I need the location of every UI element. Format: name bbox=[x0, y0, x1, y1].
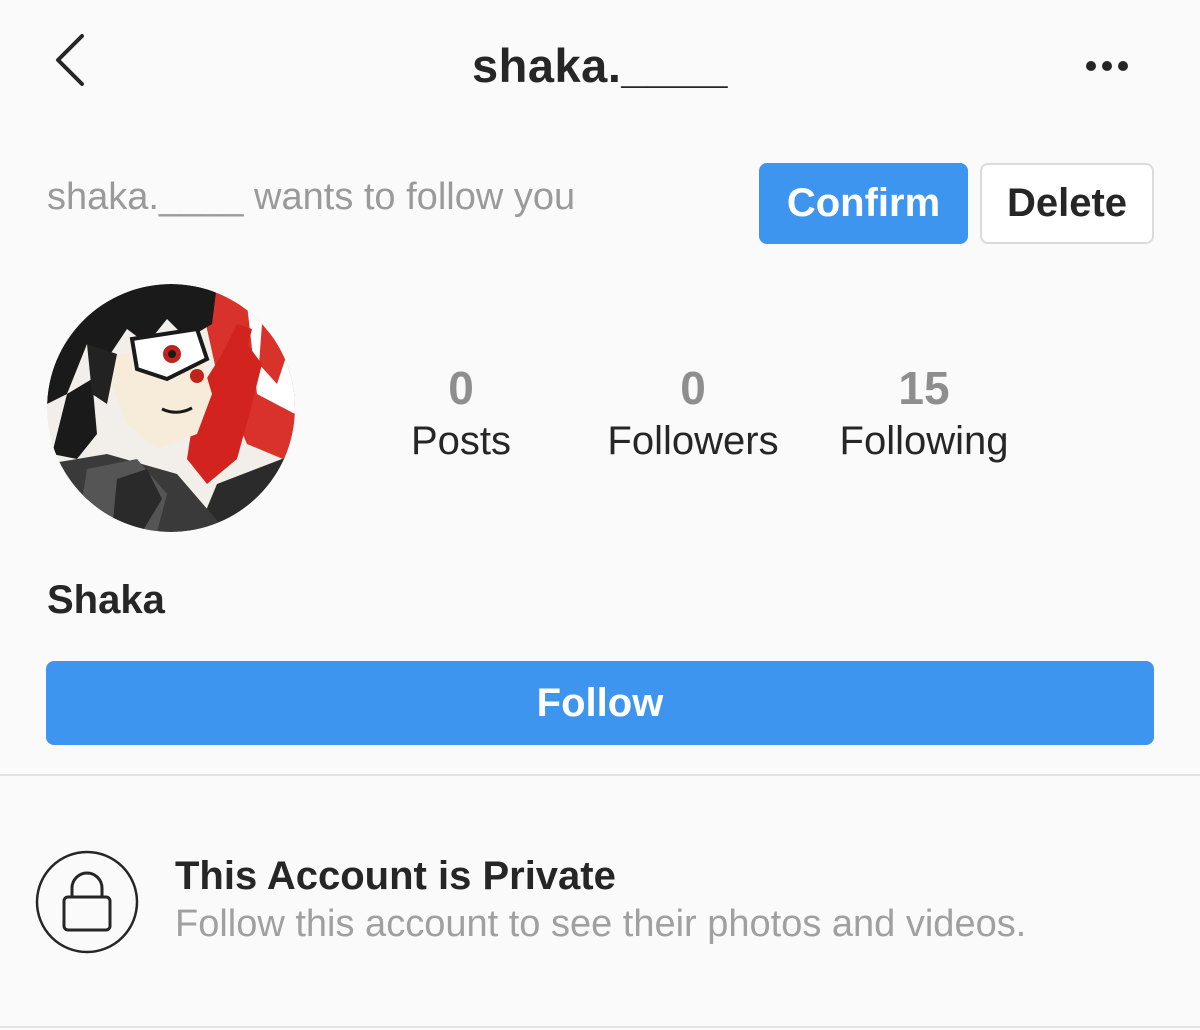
divider bbox=[0, 774, 1200, 776]
private-account-title: This Account is Private bbox=[175, 854, 616, 898]
following-stat[interactable]: 15 Following bbox=[814, 360, 1034, 466]
delete-button[interactable]: Delete bbox=[980, 163, 1154, 244]
following-count: 15 bbox=[898, 362, 950, 414]
followers-count: 0 bbox=[680, 362, 706, 414]
page-title: shaka.____ bbox=[472, 39, 728, 92]
followers-label: Followers bbox=[607, 419, 779, 463]
private-account-subtitle: Follow this account to see their photos … bbox=[175, 903, 1027, 945]
posts-count: 0 bbox=[448, 362, 474, 414]
profile-name: Shaka bbox=[47, 578, 165, 622]
lock-icon bbox=[35, 850, 139, 954]
posts-label: Posts bbox=[410, 419, 512, 463]
bottom-divider bbox=[0, 1026, 1200, 1028]
followers-stat[interactable]: 0 Followers bbox=[583, 360, 803, 466]
following-label: Following bbox=[839, 419, 1009, 463]
more-horizontal-icon[interactable] bbox=[1076, 44, 1140, 88]
avatar-image bbox=[47, 284, 295, 532]
follow-request-text: shaka.____ wants to follow you bbox=[47, 176, 576, 218]
posts-stat[interactable]: 0 Posts bbox=[351, 360, 571, 466]
confirm-button[interactable]: Confirm bbox=[759, 163, 968, 244]
follow-button[interactable]: Follow bbox=[46, 661, 1154, 745]
avatar[interactable] bbox=[47, 284, 295, 532]
profile-screen: shaka.____ shaka.____ wants to follow yo… bbox=[0, 0, 1200, 1030]
